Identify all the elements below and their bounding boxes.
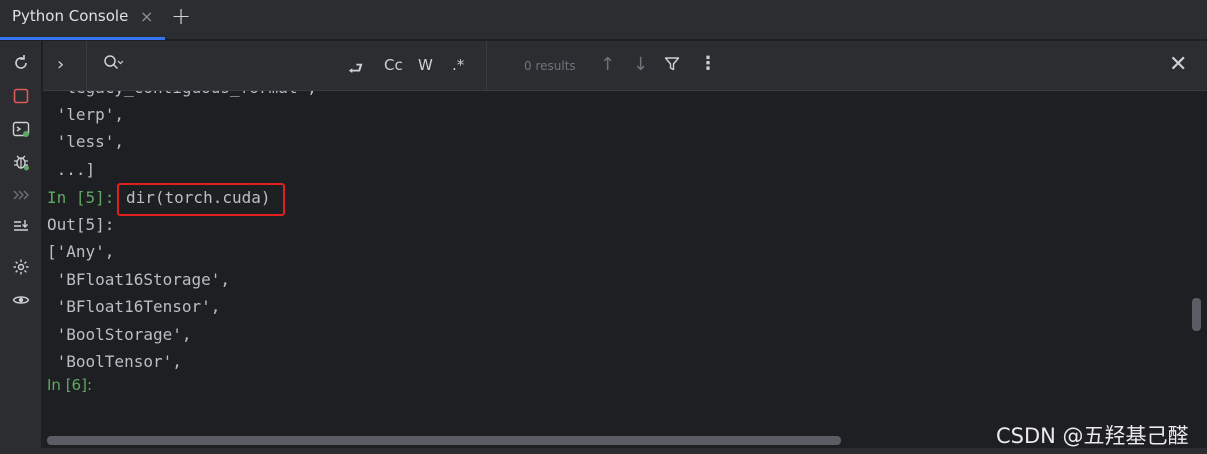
output-line: 'BoolStorage',	[47, 325, 192, 344]
watermark-text: CSDN @五羟基己醛	[996, 424, 1189, 448]
filter-icon[interactable]	[664, 56, 680, 76]
whole-words-toggle[interactable]: W	[418, 56, 433, 74]
input-prompt: In [5]:	[47, 188, 115, 207]
output-line: 'BoolTensor',	[47, 352, 182, 371]
command-highlight-box	[117, 183, 285, 216]
variables-eye-icon[interactable]	[10, 289, 32, 311]
close-tab-icon[interactable]: ×	[140, 7, 153, 26]
scroll-to-end-icon[interactable]	[10, 215, 32, 237]
search-history-icon[interactable]	[103, 54, 125, 76]
find-bar: › ⮐ Cc W .* 0 results ↑ ↓ ⋮ ✕	[43, 41, 1207, 91]
search-input[interactable]	[135, 53, 335, 79]
divider	[86, 41, 87, 90]
console-icon[interactable]	[10, 118, 32, 140]
rerun-icon[interactable]	[10, 52, 32, 74]
more-options-icon[interactable]: ⋮	[699, 53, 717, 74]
output-line: 'BFloat16Tensor',	[47, 297, 221, 316]
input-line-5: In [5]:	[47, 187, 114, 209]
tab-label: Python Console	[12, 7, 129, 25]
search-results-count: 0 results	[524, 59, 576, 73]
console-toolbar	[0, 41, 42, 454]
settings-gear-icon[interactable]	[10, 256, 32, 278]
debug-icon[interactable]	[10, 151, 32, 173]
current-input-line[interactable]: In [6]:	[47, 374, 92, 396]
next-occurrence-icon[interactable]: ↓	[633, 54, 648, 75]
divider	[486, 41, 487, 90]
add-tab-icon[interactable]: +	[171, 2, 191, 30]
output-line: 'lerp',	[47, 105, 125, 124]
tab-python-console[interactable]: Python Console ×	[0, 0, 165, 40]
output-line: ...]	[47, 160, 96, 179]
output-line: ['Any',	[47, 242, 115, 261]
output-line: 'BFloat16Storage',	[47, 270, 231, 289]
horizontal-scroll-thumb[interactable]	[47, 436, 841, 445]
expand-replace-chevron-icon[interactable]: ›	[57, 54, 64, 75]
output-prompt: Out[5]:	[47, 215, 115, 234]
close-find-bar-icon[interactable]: ✕	[1169, 52, 1187, 77]
match-case-toggle[interactable]: Cc	[384, 56, 403, 74]
preserve-case-wrap-icon[interactable]: ⮐	[348, 56, 363, 85]
stop-icon[interactable]	[10, 85, 32, 107]
previous-occurrence-icon[interactable]: ↑	[600, 54, 615, 75]
tool-window-tab-bar: Python Console × +	[0, 0, 1207, 40]
active-tab-indicator	[0, 37, 165, 40]
output-line: 'legacy_contiguous_format',	[47, 91, 317, 99]
vertical-scrollbar[interactable]	[1189, 91, 1207, 432]
console-output[interactable]: 'legacy_contiguous_format', 'lerp', 'les…	[43, 91, 1189, 432]
output-line: 'less',	[47, 132, 125, 151]
regex-toggle[interactable]: .*	[452, 56, 464, 74]
vertical-scroll-thumb[interactable]	[1192, 298, 1201, 331]
execute-chevrons-icon[interactable]	[10, 184, 32, 206]
input-prompt: In [6]:	[47, 376, 92, 394]
